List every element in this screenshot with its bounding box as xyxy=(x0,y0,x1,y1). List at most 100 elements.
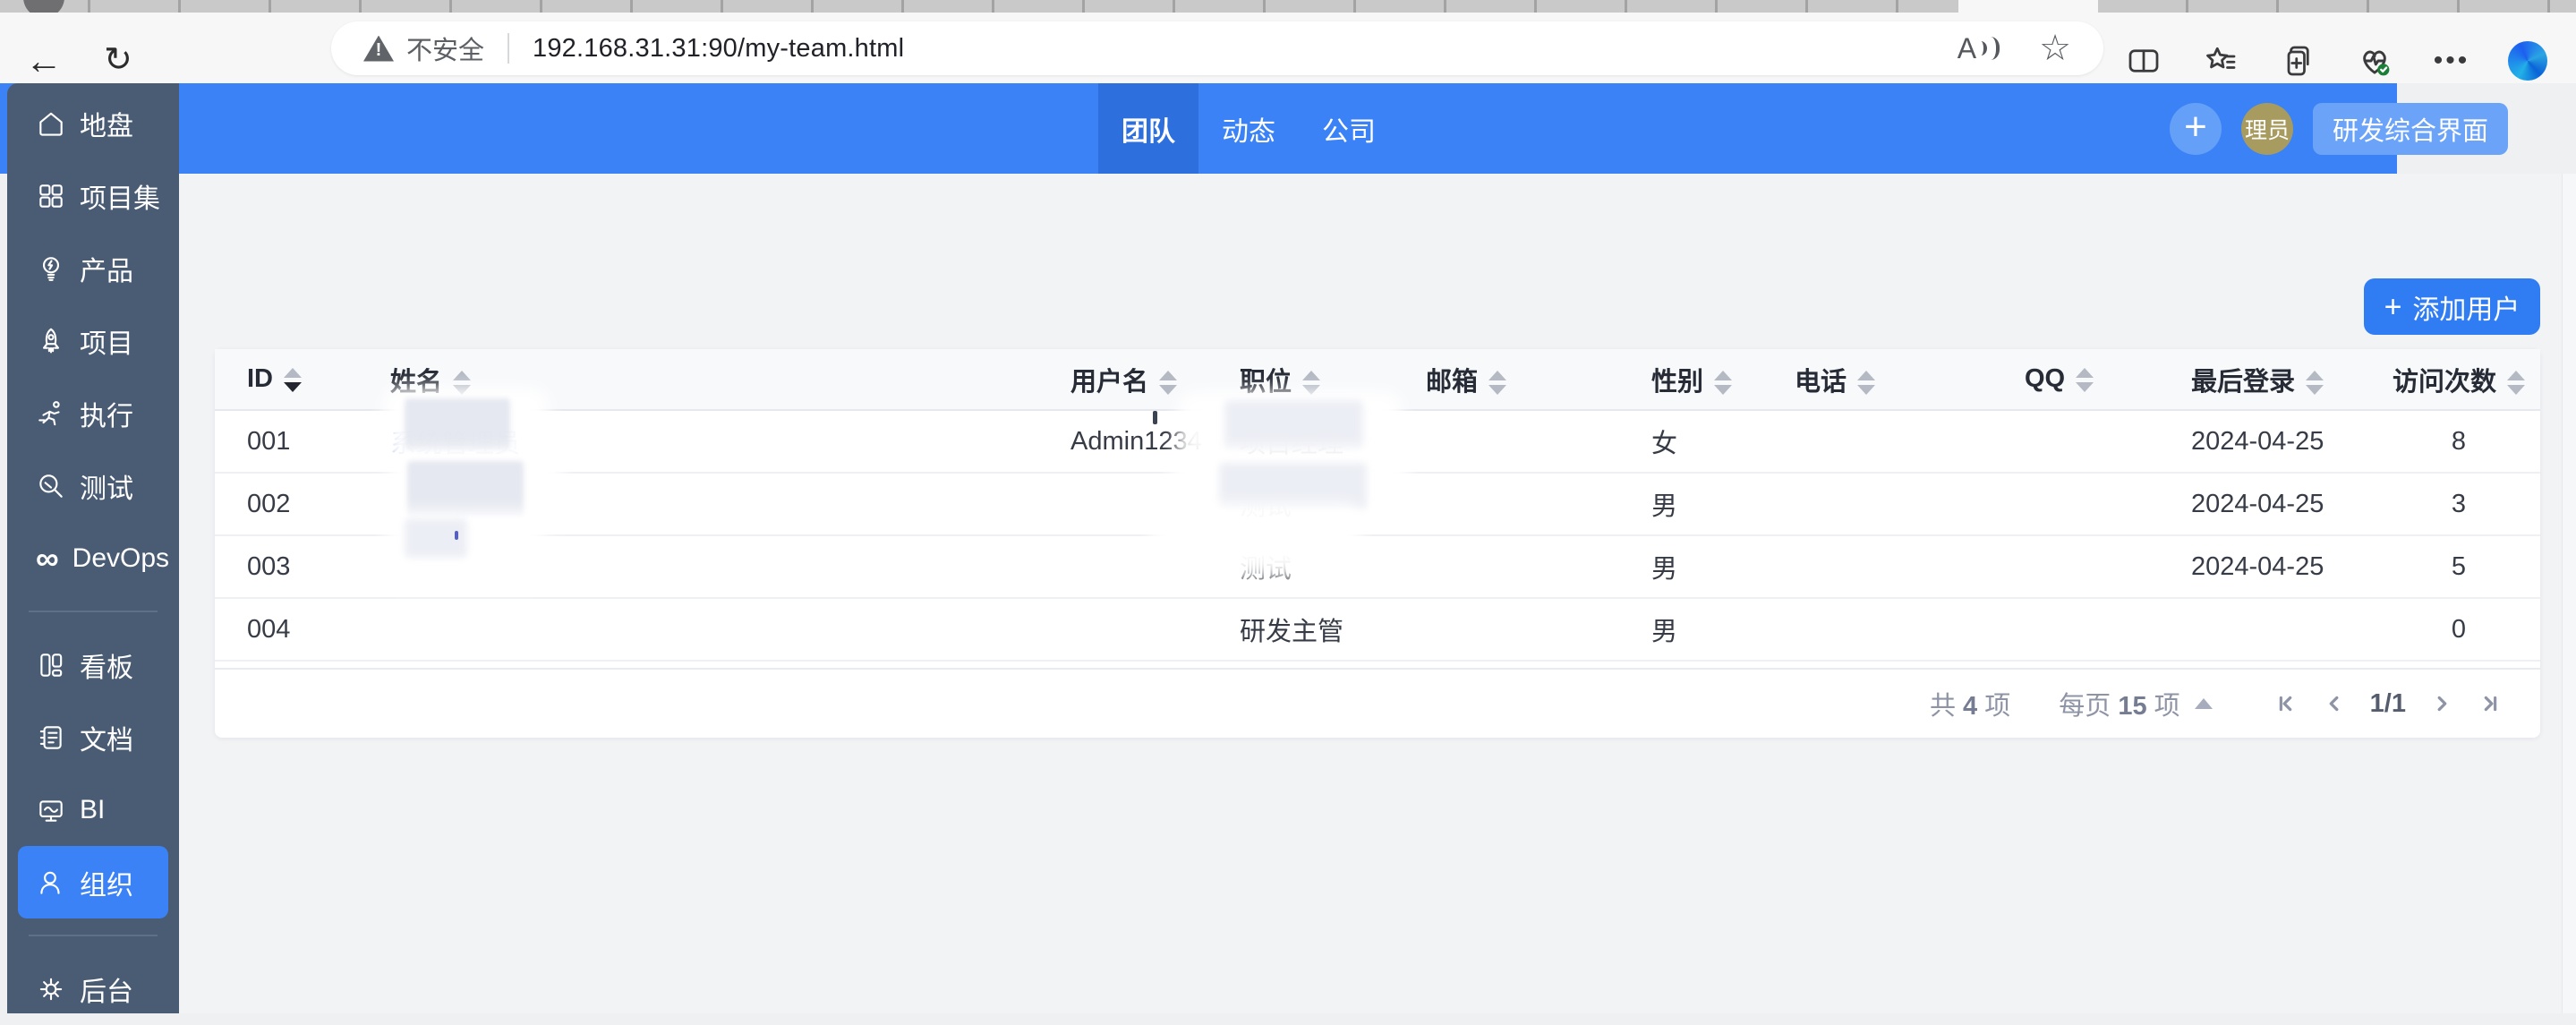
browser-tab-strip-right xyxy=(2098,0,2576,13)
cell-gender: 男 xyxy=(1651,473,1795,536)
cell-visits: 5 xyxy=(2377,535,2540,599)
sidebar-divider xyxy=(29,611,158,612)
browser-toolbar: ← ↻ ! 不安全 192.168.31.31:90/my-team.html … xyxy=(0,13,2576,83)
collections-add-icon[interactable] xyxy=(2277,40,2318,81)
cell-username xyxy=(1070,535,1240,599)
cell-phone xyxy=(1795,410,2025,474)
col-header-gender[interactable]: 性别 xyxy=(1651,349,1795,411)
read-aloud-icon[interactable]: A xyxy=(1958,32,2000,65)
sort-icon[interactable] xyxy=(1302,371,1321,396)
workspace-switch-button[interactable]: 研发综合界面 xyxy=(2312,102,2508,155)
url-text[interactable]: 192.168.31.31:90/my-team.html xyxy=(533,34,904,64)
col-header-phone[interactable]: 电话 xyxy=(1795,349,2025,411)
sort-icon[interactable] xyxy=(2507,371,2525,396)
col-header-username[interactable]: 用户名 xyxy=(1070,349,1240,411)
browser-essentials-icon[interactable] xyxy=(2354,40,2395,81)
cell-title: 项目经理 xyxy=(1240,410,1426,474)
col-header-id[interactable]: ID xyxy=(215,349,390,411)
sidebar-item-program[interactable]: 项目集 xyxy=(18,159,168,232)
cell-name: 系统管理员 xyxy=(390,410,1070,474)
cell-title: 研发主管 xyxy=(1240,598,1426,662)
sidebar-item-devops[interactable]: ∞ DevOps xyxy=(18,522,169,594)
grid-icon xyxy=(39,184,63,208)
per-page-selector[interactable]: 每页 15 项 xyxy=(2059,685,2179,722)
tab-dynamic[interactable]: 动态 xyxy=(1198,83,1299,174)
not-secure-warning-icon: ! xyxy=(363,35,394,62)
security-label[interactable]: 不安全 xyxy=(406,30,484,67)
table-row: 001 系统管理员 Admin1234 项目经理 女 2024-04-25 8 xyxy=(215,410,2540,474)
copilot-icon[interactable] xyxy=(2508,40,2547,81)
sidebar-item-project[interactable]: 项目 xyxy=(18,304,168,377)
browser-tab-strip xyxy=(0,0,2576,18)
gear-icon xyxy=(39,978,63,1000)
person-icon xyxy=(40,871,60,894)
cell-qq xyxy=(2025,410,2191,474)
address-bar[interactable]: ! 不安全 192.168.31.31:90/my-team.html A ☆ xyxy=(331,21,2103,75)
team-table-card: ID 姓名 用户名 职位 邮箱 性别 电话 QQ 最后登录 访问次数 001 系… xyxy=(215,349,2540,738)
cell-visits: 3 xyxy=(2377,473,2540,536)
split-screen-icon[interactable] xyxy=(2123,40,2164,81)
user-avatar[interactable]: 理员 xyxy=(2240,102,2293,155)
nav-tabs: 团队 动态 公司 xyxy=(1098,83,1399,174)
cell-qq xyxy=(2025,535,2191,599)
sort-icon[interactable] xyxy=(284,367,302,392)
sort-icon[interactable] xyxy=(1857,371,1876,396)
sort-icon[interactable] xyxy=(1488,371,1507,396)
sort-icon[interactable] xyxy=(1159,371,1178,396)
monitor-icon xyxy=(39,799,63,822)
sort-icon[interactable] xyxy=(2306,371,2324,396)
cell-name xyxy=(390,473,1070,536)
cell-username xyxy=(1070,598,1240,662)
first-page-button[interactable] xyxy=(2268,690,2304,717)
home-icon xyxy=(39,112,63,136)
next-page-button[interactable] xyxy=(2424,690,2460,717)
sidebar-item-bi[interactable]: BI xyxy=(18,773,168,846)
sidebar-item-dashboard[interactable]: 地盘 xyxy=(18,87,168,159)
col-header-qq[interactable]: QQ xyxy=(2025,349,2191,411)
sidebar-item-product[interactable]: 产品 xyxy=(18,232,168,304)
col-header-visits[interactable]: 访问次数 xyxy=(2377,349,2540,411)
user-name-link[interactable]: 系统管理员 xyxy=(390,430,520,458)
sidebar-item-test[interactable]: 测试 xyxy=(18,449,168,522)
cell-phone xyxy=(1795,473,2025,536)
sidebar-item-execution[interactable]: 执行 xyxy=(18,377,168,449)
sidebar-item-kanban[interactable]: 看板 xyxy=(18,628,168,701)
col-header-title[interactable]: 职位 xyxy=(1240,349,1426,411)
runner-icon xyxy=(38,400,60,425)
quick-create-button[interactable]: + xyxy=(2169,102,2222,155)
last-page-button[interactable] xyxy=(2472,690,2508,717)
page-scrollbar[interactable] xyxy=(2562,174,2576,1013)
cell-username xyxy=(1070,473,1240,536)
kanban-icon xyxy=(40,653,63,677)
cell-lastlogin xyxy=(2191,598,2377,662)
per-page-dropdown-icon[interactable] xyxy=(2194,698,2213,709)
cell-visits: 8 xyxy=(2377,410,2540,474)
active-tab[interactable] xyxy=(1958,0,2098,13)
tab-team[interactable]: 团队 xyxy=(1098,83,1198,174)
prev-page-button[interactable] xyxy=(2316,690,2352,717)
add-user-button[interactable]: + 添加用户 xyxy=(2364,278,2540,335)
cell-lastlogin: 2024-04-25 xyxy=(2191,410,2377,474)
cell-phone xyxy=(1795,535,2025,599)
cell-id: 001 xyxy=(215,410,390,474)
table-header-row: ID 姓名 用户名 职位 邮箱 性别 电话 QQ 最后登录 访问次数 xyxy=(215,349,2540,411)
sort-icon[interactable] xyxy=(453,371,472,396)
col-header-name[interactable]: 姓名 xyxy=(390,349,1070,411)
cell-gender: 男 xyxy=(1651,535,1795,599)
sort-icon[interactable] xyxy=(1714,371,1733,396)
magnifier-icon xyxy=(39,474,63,498)
tab-company[interactable]: 公司 xyxy=(1299,83,1399,174)
cell-title: 测试 xyxy=(1240,473,1426,536)
sidebar-item-org[interactable]: 组织 xyxy=(18,846,168,918)
favorites-icon[interactable] xyxy=(2200,40,2241,81)
settings-more-icon[interactable]: ••• xyxy=(2431,40,2472,81)
col-header-email[interactable]: 邮箱 xyxy=(1426,349,1651,411)
cell-lastlogin: 2024-04-25 xyxy=(2191,535,2377,599)
sidebar-item-admin[interactable]: 后台 xyxy=(18,952,168,1025)
sidebar-item-doc[interactable]: 文档 xyxy=(18,701,168,773)
cell-qq xyxy=(2025,598,2191,662)
col-header-lastlogin[interactable]: 最后登录 xyxy=(2191,349,2377,411)
sort-icon[interactable] xyxy=(2076,367,2094,392)
cell-gender: 男 xyxy=(1651,598,1795,662)
favorite-star-icon[interactable]: ☆ xyxy=(2039,30,2071,66)
